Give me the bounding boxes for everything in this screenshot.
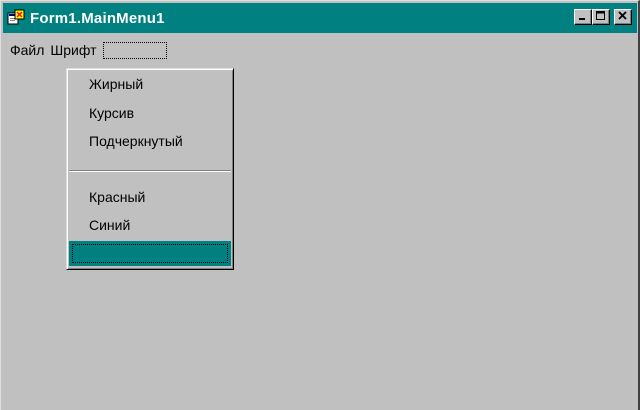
minimize-icon xyxy=(578,11,588,24)
menu-file[interactable]: Файл xyxy=(7,41,47,59)
title-bar[interactable]: Form1.MainMenu1 xyxy=(3,3,637,33)
main-window: Form1.MainMenu1 Файл Шрифт Жирный Курсив… xyxy=(0,0,640,410)
maximize-icon xyxy=(596,10,606,24)
window-controls xyxy=(574,9,632,25)
menu-item-italic[interactable]: Курсив xyxy=(89,105,134,121)
menu-separator xyxy=(69,170,231,172)
menu-font[interactable]: Шрифт xyxy=(47,41,99,59)
menu-new-item-placeholder[interactable] xyxy=(103,41,168,59)
font-dropdown-menu: Жирный Курсив Подчеркнутый Красный Синий xyxy=(66,68,234,270)
focus-rectangle xyxy=(72,244,228,263)
menu-item-blue[interactable]: Синий xyxy=(89,217,130,233)
menu-item-red[interactable]: Красный xyxy=(89,189,145,205)
window-title: Form1.MainMenu1 xyxy=(30,9,165,27)
menu-item-underline[interactable]: Подчеркнутый xyxy=(89,133,183,149)
minimize-button[interactable] xyxy=(574,9,592,25)
close-icon xyxy=(618,10,628,24)
menu-item-bold[interactable]: Жирный xyxy=(89,76,143,92)
maximize-button[interactable] xyxy=(592,9,610,25)
form-designer-icon[interactable] xyxy=(7,9,25,27)
close-button[interactable] xyxy=(614,9,632,25)
menu-bar: Файл Шрифт xyxy=(7,39,168,61)
menu-item-new-placeholder[interactable] xyxy=(69,241,231,266)
